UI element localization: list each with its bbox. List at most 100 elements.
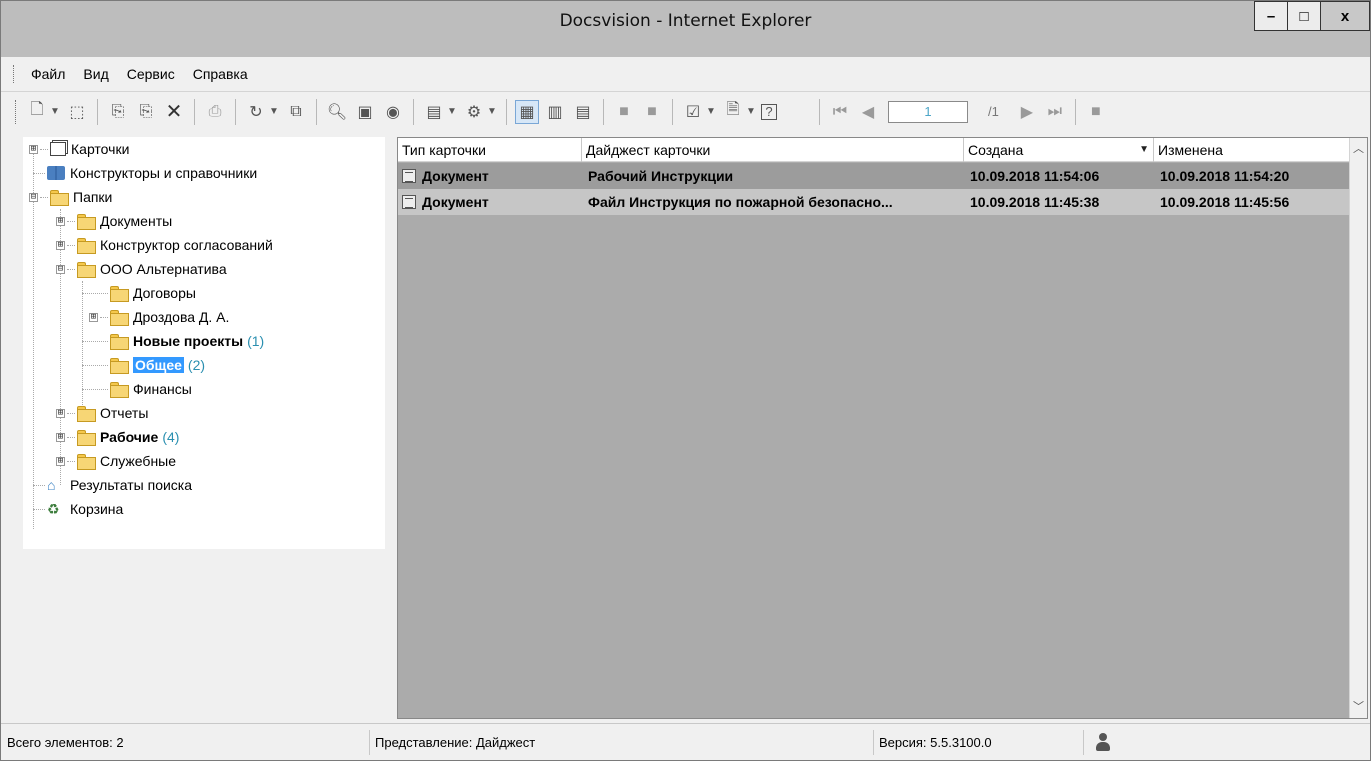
close-button[interactable]: x	[1320, 1, 1370, 31]
menu-file[interactable]: Файл	[29, 64, 67, 84]
first-page-icon[interactable]: ⏮	[828, 100, 852, 124]
refresh-dropdown-icon[interactable]: ▼	[268, 100, 280, 124]
toolbar-separator	[506, 98, 507, 125]
preview-icon[interactable]: ■	[612, 100, 636, 124]
task-dropdown-icon[interactable]: ▼	[705, 100, 717, 124]
tree-node-folders[interactable]: ⊟ Папки	[29, 185, 112, 209]
tree-node-service[interactable]: ⊞ Служебные	[56, 449, 176, 473]
tree-connector	[33, 172, 45, 174]
folder-icon	[50, 190, 69, 206]
expand-toggle[interactable]: ⊞	[56, 432, 65, 442]
tree-node-contracts[interactable]: Договоры	[82, 281, 196, 305]
help-icon[interactable]: ?	[761, 103, 777, 120]
table-row[interactable]: Документ Рабочий Инструкции 10.09.2018 1…	[398, 163, 1350, 189]
refresh-icon[interactable]: ↻	[244, 100, 268, 124]
close-panel-icon[interactable]: ■	[1084, 100, 1108, 124]
scroll-down-icon[interactable]: ﹀	[1350, 698, 1367, 716]
tree-node-drozdova[interactable]: ⊞ Дроздова Д. А.	[89, 305, 229, 329]
cell-type-text: Документ	[422, 168, 489, 184]
last-page-icon[interactable]: ⏭	[1043, 100, 1067, 124]
document-type-icon	[402, 195, 416, 209]
search-icon[interactable]: 🔍︎	[325, 100, 349, 124]
minimize-button[interactable]: –	[1254, 1, 1288, 31]
cell-digest: Файл Инструкция по пожарной безопасно...	[588, 194, 893, 210]
tree-node-alternativa[interactable]: ⊟ ООО Альтернатива	[56, 257, 227, 281]
view-dropdown-icon[interactable]: ▼	[446, 100, 458, 124]
maximize-button[interactable]: □	[1287, 1, 1321, 31]
collapse-toggle[interactable]: ⊟	[29, 192, 38, 202]
settings-icon[interactable]: ⚙	[462, 100, 486, 124]
tree-node-documents[interactable]: ⊞ Документы	[56, 209, 172, 233]
table-view-icon[interactable]: ▤	[571, 100, 595, 124]
column-header-label: Дайджест карточки	[586, 142, 711, 158]
tree-node-constructors[interactable]: Конструкторы и справочники	[33, 161, 257, 185]
unread-count: (2)	[187, 357, 206, 373]
new-card-icon[interactable]: 🗋	[25, 100, 49, 124]
cell-created: 10.09.2018 11:45:38	[970, 194, 1100, 210]
status-bar: Всего элементов: 2 Представление: Дайдже…	[1, 723, 1370, 760]
book-icon	[47, 166, 65, 180]
toolbar-grip	[15, 100, 18, 124]
search-card-icon[interactable]: ▣	[353, 100, 377, 124]
next-page-icon[interactable]: ▶	[1015, 100, 1039, 124]
tree-node-new-projects[interactable]: Новые проекты (1)	[82, 329, 264, 353]
column-header-modified[interactable]: Изменена	[1154, 138, 1350, 162]
column-header-digest[interactable]: Дайджест карточки	[582, 138, 964, 162]
table-row[interactable]: Документ Файл Инструкция по пожарной без…	[398, 189, 1350, 215]
tree-node-label: Финансы	[133, 381, 192, 397]
toolbar-separator	[235, 98, 236, 125]
collapse-toggle[interactable]: ⊟	[56, 264, 65, 274]
print-icon[interactable]: ⎙	[203, 100, 227, 124]
tree-node-label: Дроздова Д. А.	[133, 309, 230, 325]
tree-node-label: Корзина	[70, 501, 124, 517]
properties-icon[interactable]: ⧉	[284, 100, 308, 124]
tree-node-search-results[interactable]: ⌂ Результаты поиска	[33, 473, 192, 497]
task-icon[interactable]: ☑	[681, 100, 705, 124]
delete-icon[interactable]: ✕	[162, 100, 186, 124]
page-number-input[interactable]: 1	[888, 100, 968, 123]
tree-node-reports[interactable]: ⊞ Отчеты	[56, 401, 148, 425]
new-card-dropdown-icon[interactable]: ▼	[49, 100, 61, 124]
column-header-type[interactable]: Тип карточки	[398, 138, 582, 162]
digest-view-icon[interactable]: ▦	[515, 99, 539, 124]
split-view-icon[interactable]: ■	[640, 100, 664, 124]
menu-help[interactable]: Справка	[191, 64, 250, 84]
column-header-created[interactable]: Создана ▼	[964, 138, 1154, 162]
column-header-label: Создана	[968, 142, 1024, 158]
toolbar-separator	[413, 98, 414, 125]
expand-toggle[interactable]: ⊞	[89, 312, 98, 322]
tree-node-recycle-bin[interactable]: ♻ Корзина	[33, 497, 123, 521]
new-folder-icon[interactable]: ⬚	[65, 100, 89, 124]
expand-toggle[interactable]: ⊞	[56, 216, 65, 226]
expand-toggle[interactable]: ⊞	[56, 408, 65, 418]
menu-view[interactable]: Вид	[81, 64, 110, 84]
advanced-search-icon[interactable]: ◉	[381, 100, 405, 124]
folder-open-icon	[110, 358, 129, 374]
toolbar-separator	[316, 98, 317, 125]
toolbar-separator	[97, 98, 98, 125]
tree-node-label: Договоры	[133, 285, 196, 301]
tree-node-working[interactable]: ⊞ Рабочие (4)	[56, 425, 179, 449]
menu-service[interactable]: Сервис	[125, 64, 177, 84]
list-view-icon[interactable]: ▥	[543, 100, 567, 124]
cards-icon	[50, 142, 66, 156]
expand-toggle[interactable]: ⊞	[56, 456, 65, 466]
prev-page-icon[interactable]: ◀	[856, 100, 880, 124]
tree-node-finance[interactable]: Финансы	[82, 377, 192, 401]
view-icon[interactable]: ▤	[422, 100, 446, 124]
copy-icon[interactable]: ⎘	[106, 100, 130, 124]
paste-icon[interactable]: ⎘	[134, 100, 158, 124]
settings-dropdown-icon[interactable]: ▼	[486, 100, 498, 124]
expand-toggle[interactable]: ⊞	[29, 144, 38, 154]
tree-node-label: Служебные	[100, 453, 177, 469]
scroll-up-icon[interactable]: ︿	[1350, 140, 1367, 158]
document-icon[interactable]: 🗎	[721, 100, 745, 124]
expand-toggle[interactable]: ⊞	[56, 240, 65, 250]
document-dropdown-icon[interactable]: ▼	[745, 100, 757, 124]
tree-node-cards[interactable]: ⊞ Карточки	[29, 137, 129, 161]
tree-node-general[interactable]: Общее (2)	[82, 353, 205, 377]
tree-node-approval-constructor[interactable]: ⊞ Конструктор согласований	[56, 233, 273, 257]
tree-connector	[82, 340, 108, 342]
tree-node-label: Конструктор согласований	[100, 237, 273, 253]
vertical-scrollbar[interactable]: ︿ ﹀	[1349, 138, 1367, 718]
